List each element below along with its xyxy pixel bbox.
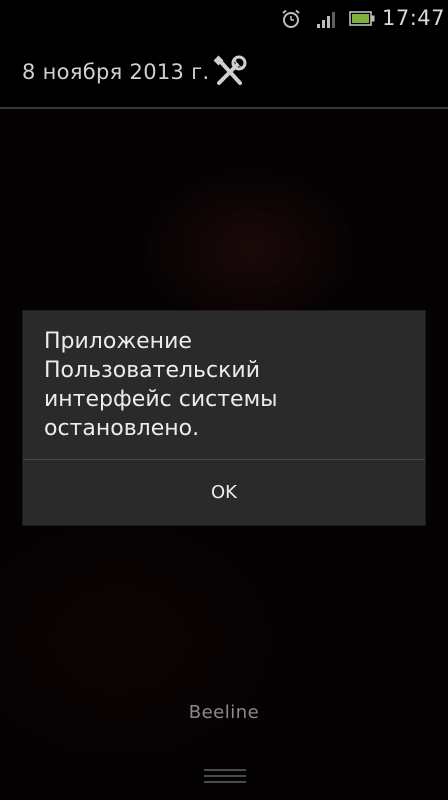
dialog-message-line: остановлено. <box>44 416 200 441</box>
ok-button[interactable]: OK <box>23 460 425 525</box>
signal-icon <box>317 12 335 28</box>
alarm-icon <box>282 9 300 28</box>
drawer-handle[interactable] <box>204 769 246 783</box>
dialog-message-line: интерфейс системы <box>44 387 278 412</box>
battery-icon <box>349 11 375 26</box>
notification-header: 8 ноября 2013 г. <box>0 38 448 106</box>
header-divider <box>0 107 448 109</box>
error-dialog: Приложение Пользовательский интерфейс си… <box>23 311 425 525</box>
dialog-message-line: Пользовательский <box>44 358 260 383</box>
clock-time: 17:47 <box>382 6 446 30</box>
dialog-message: Приложение Пользовательский интерфейс си… <box>44 327 404 443</box>
dialog-message-line: Приложение <box>44 329 192 354</box>
date-label: 8 ноября 2013 г. <box>22 60 210 84</box>
carrier-label: Beeline <box>188 702 260 723</box>
status-bar: 17:47 <box>0 0 448 38</box>
settings-icon[interactable] <box>210 52 250 92</box>
